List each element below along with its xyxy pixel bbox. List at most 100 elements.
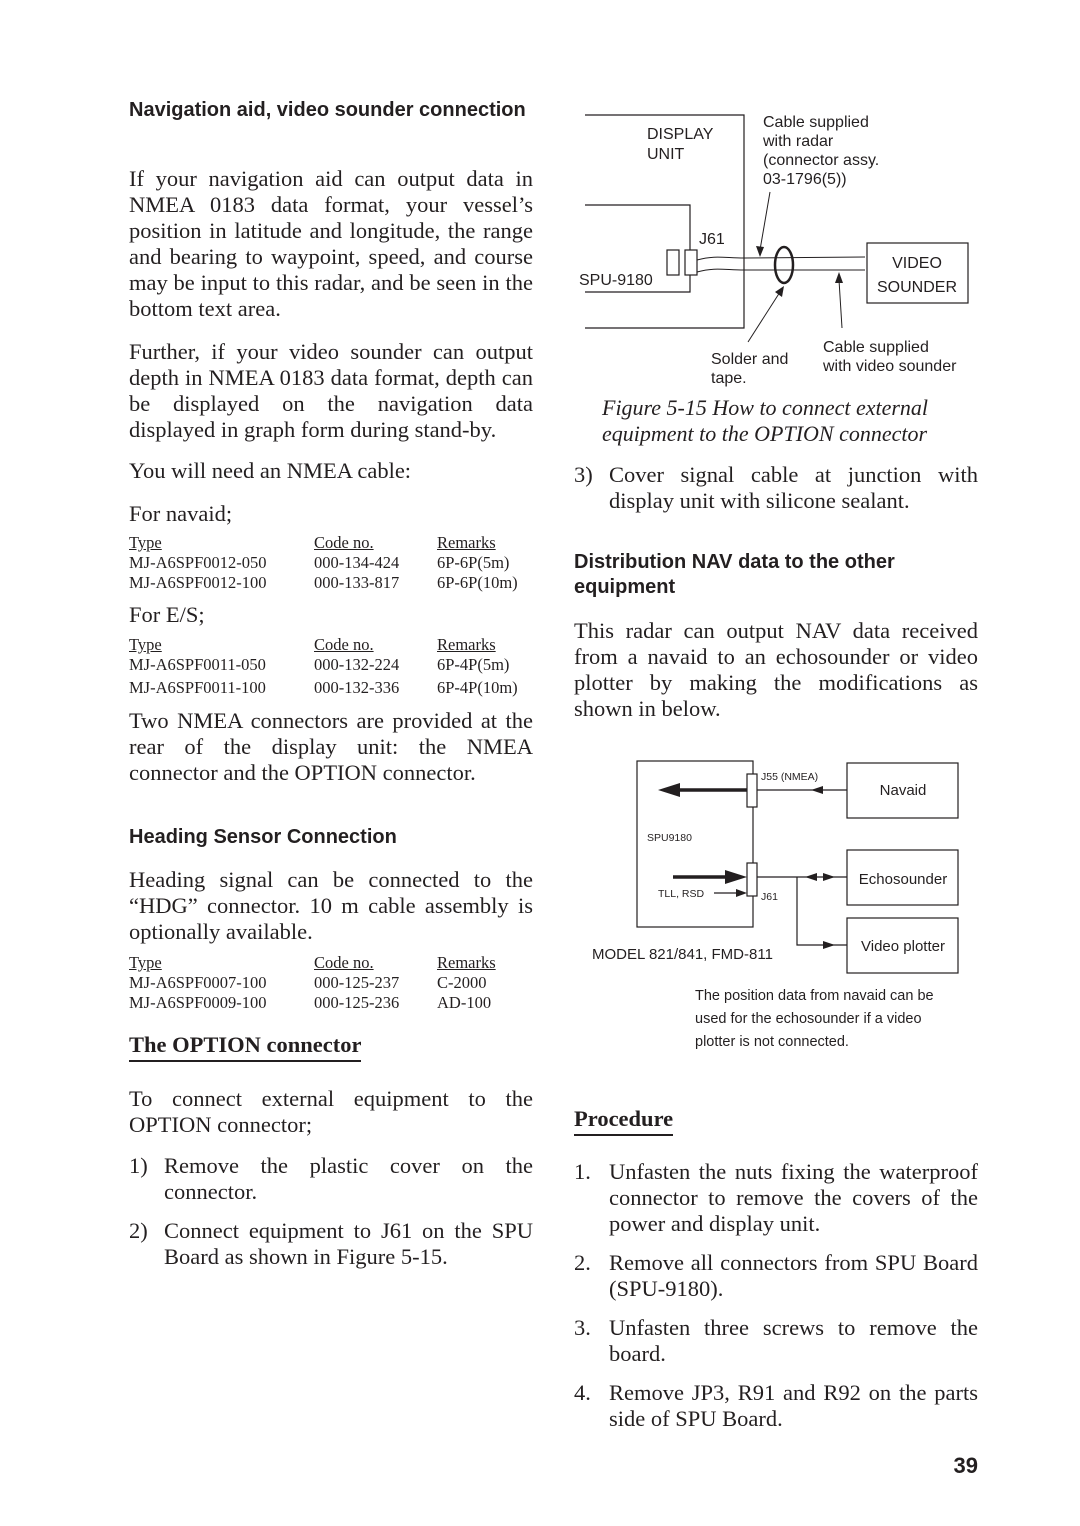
- pointer-cable-radar: [759, 191, 771, 251]
- cable-sounder-label-2: with video sounder: [822, 358, 957, 375]
- col-remarks: Remarks: [437, 533, 496, 552]
- cell-remarks: 6P-6P(5m): [437, 553, 510, 572]
- note-line-3: plotter is not connected.: [695, 1034, 849, 1050]
- section-heading-procedure: Procedure: [574, 1106, 674, 1136]
- solder-junction: [773, 245, 795, 285]
- section-heading-nav-aid: Navigation aid, video sounder connection: [129, 99, 526, 121]
- step-number: 2.: [574, 1250, 591, 1275]
- cable-radar-label-1: Cable supplied: [763, 114, 869, 131]
- connector-j61: [684, 249, 698, 276]
- cell-remarks: AD-100: [437, 993, 492, 1012]
- pointer-solder: [747, 291, 781, 343]
- es-cable-table: Type Code no. Remarks MJ-A6SPF0011-050 0…: [129, 635, 537, 699]
- spu-label: SPU-9180: [579, 272, 653, 289]
- figure-5-15-caption: Figure 5-15 How to connect external equi…: [602, 395, 928, 447]
- cable-line-top: [696, 256, 866, 261]
- paragraph-heading-sensor: Heading signal can be connected to the “…: [129, 867, 533, 944]
- step-number: 1): [129, 1153, 148, 1178]
- j61-label: J61: [699, 231, 725, 248]
- step-number: 4.: [574, 1380, 591, 1405]
- step-text: Unfasten the nuts fixing the waterproof …: [609, 1159, 978, 1236]
- cell-code: 000-132-336: [314, 678, 400, 697]
- cell-code: 000-132-224: [314, 655, 400, 674]
- spu9180-box: [636, 760, 754, 928]
- cell-remarks: 6P-4P(10m): [437, 678, 518, 697]
- step-text: Remove the plastic cover on the connecto…: [164, 1153, 533, 1204]
- table-row: MJ-A6SPF0011-100 000-132-336 6P-4P(10m): [129, 675, 537, 699]
- cell-code: 000-134-424: [314, 553, 400, 572]
- procedure-heading-wrap: Procedure: [574, 1106, 674, 1136]
- cable-line-bottom: [696, 268, 865, 273]
- col-type: Type: [129, 635, 162, 654]
- arrowhead: [805, 873, 817, 881]
- paragraph-option-connector: To connect external equipment to the OPT…: [129, 1086, 533, 1137]
- video-plotter-label: Video plotter: [861, 938, 945, 955]
- echosounder-label: Echosounder: [859, 871, 947, 888]
- connector-plug: [666, 249, 680, 276]
- step-number: 3): [574, 462, 593, 487]
- j61-label: J61: [761, 891, 778, 903]
- paragraph-distribution: This radar can output NAV data received …: [574, 618, 978, 721]
- step-number: 2): [129, 1218, 148, 1243]
- j55-label: J55 (NMEA): [761, 771, 818, 783]
- section-heading-heading-sensor: Heading Sensor Connection: [129, 826, 397, 848]
- page-number: 39: [953, 1453, 978, 1478]
- spu9180-label: SPU9180: [647, 832, 692, 844]
- arrowhead: [811, 786, 823, 794]
- model-label: MODEL 821/841, FMD-811: [592, 946, 773, 963]
- cell-code: 000-125-236: [314, 993, 400, 1012]
- display-unit-label-1: DISPLAY: [647, 126, 714, 143]
- table-row: MJ-A6SPF0009-100 000-125-236 AD-100: [129, 993, 537, 1013]
- procedure-step-3: 3. Unfasten three screws to remove the b…: [574, 1315, 978, 1367]
- cell-type: MJ-A6SPF0012-100: [129, 573, 267, 592]
- note-line-1: The position data from navaid can be: [695, 988, 934, 1004]
- table-row: MJ-A6SPF0007-100 000-125-237 C-2000: [129, 973, 537, 993]
- step-text: Unfasten three screws to remove the boar…: [609, 1315, 978, 1366]
- cell-type: MJ-A6SPF0011-100: [129, 678, 266, 697]
- cell-type: MJ-A6SPF0012-050: [129, 553, 267, 572]
- option-step-1: 1) Remove the plastic cover on the conne…: [129, 1153, 533, 1205]
- cell-code: 000-133-817: [314, 573, 400, 592]
- cell-remarks: C-2000: [437, 973, 487, 992]
- col-remarks: Remarks: [437, 953, 496, 972]
- nmea-cable-intro: You will need an NMEA cable:: [129, 458, 412, 483]
- cell-code: 000-125-237: [314, 973, 400, 992]
- cable-sounder-label-1: Cable supplied: [823, 339, 929, 356]
- procedure-step-2: 2. Remove all connectors from SPU Board …: [574, 1250, 978, 1302]
- navaid-label: Navaid: [880, 782, 927, 799]
- for-navaid-label: For navaid;: [129, 501, 233, 526]
- arrowhead: [823, 873, 835, 881]
- video-sounder-label-1: VIDEO: [892, 255, 942, 272]
- step-text: Remove all connectors from SPU Board (SP…: [609, 1250, 978, 1301]
- step-number: 3.: [574, 1315, 591, 1340]
- solder-label-1: Solder and: [711, 351, 788, 368]
- video-plotter-line: [796, 877, 847, 946]
- caption-line-1: Figure 5-15 How to connect external: [602, 395, 929, 420]
- arrowhead: [835, 272, 843, 283]
- arrowhead: [658, 783, 680, 797]
- cell-type: MJ-A6SPF0007-100: [129, 973, 267, 992]
- solder-label-2: tape.: [711, 370, 747, 387]
- distribution-diagram: SPU9180 J55 (NMEA) Navaid J61 TLL, RSD E…: [592, 760, 959, 974]
- arrowhead: [725, 870, 747, 884]
- arrowhead: [775, 286, 784, 297]
- tll-rsd-label: TLL, RSD: [658, 888, 705, 900]
- table-row: MJ-A6SPF0012-100 000-133-817 6P-6P(10m): [129, 573, 537, 593]
- table-row: MJ-A6SPF0011-050 000-132-224 6P-4P(5m): [129, 655, 537, 675]
- col-type: Type: [129, 533, 162, 552]
- cable-radar-label-3: (connector assy.: [763, 152, 879, 169]
- paragraph-video-sounder: Further, if your video sounder can outpu…: [129, 339, 533, 442]
- step-text: Cover signal cable at junction with disp…: [609, 462, 978, 513]
- distribution-note: The position data from navaid can be use…: [695, 985, 934, 1054]
- cell-remarks: 6P-4P(5m): [437, 655, 510, 674]
- step-number: 1.: [574, 1159, 591, 1184]
- section-heading-option-connector: The OPTION connector: [129, 1032, 362, 1062]
- figure-5-15-diagram: DISPLAY UNIT SPU-9180 J61 VIDEO SOUNDER …: [579, 114, 969, 387]
- paragraph-two-connectors: Two NMEA connectors are provided at the …: [129, 708, 533, 785]
- section-heading-distribution: Distribution NAV data to the other equip…: [574, 551, 895, 598]
- caption-line-2: equipment to the OPTION connector: [602, 421, 928, 446]
- video-sounder-label-2: SOUNDER: [877, 279, 957, 296]
- table-header-row: Type Code no. Remarks: [129, 533, 537, 553]
- procedure-step-4: 4. Remove JP3, R91 and R92 on the parts …: [574, 1380, 978, 1432]
- procedure-step-1: 1. Unfasten the nuts fixing the waterpro…: [574, 1159, 978, 1237]
